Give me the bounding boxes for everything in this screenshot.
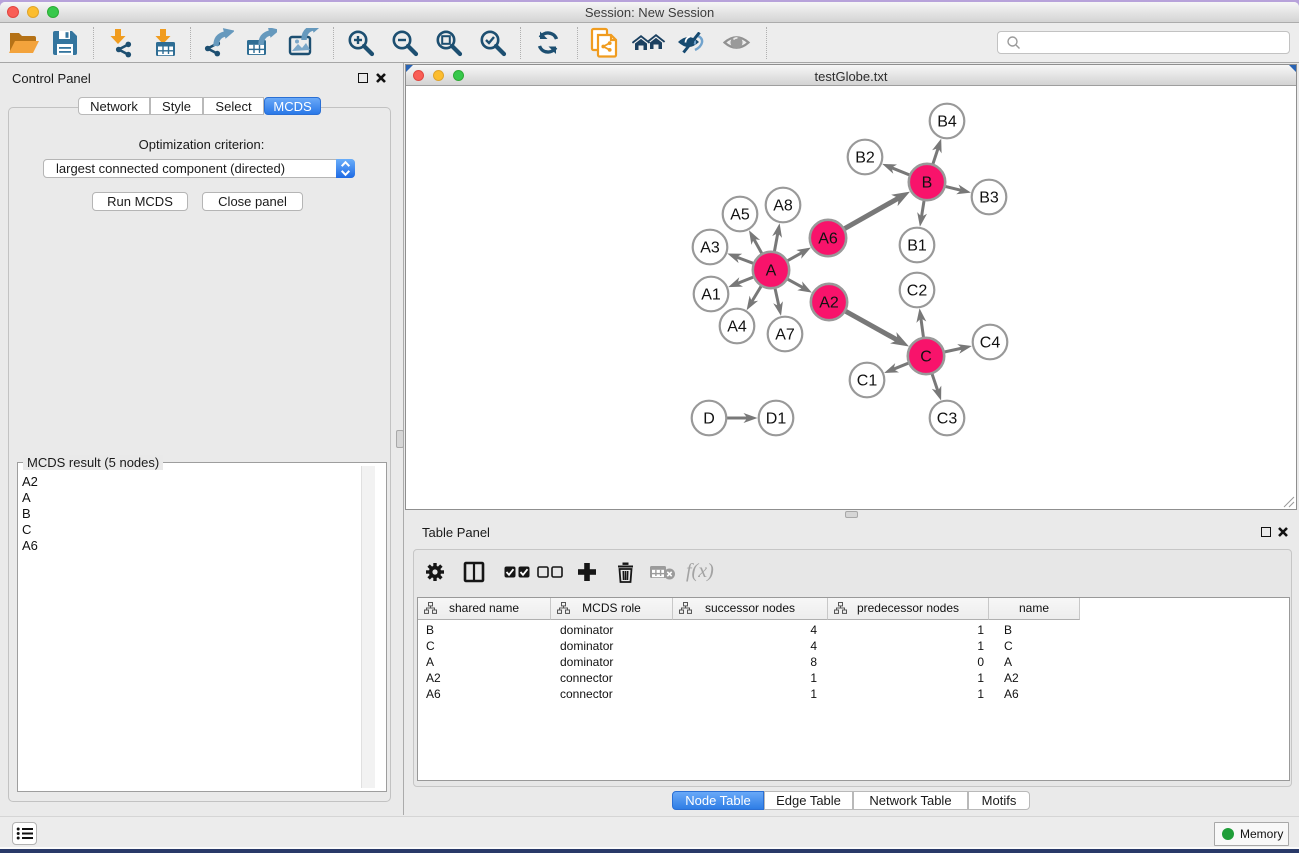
svg-text:A5: A5: [730, 207, 750, 224]
svg-text:C: C: [920, 349, 932, 366]
svg-text:A6: A6: [818, 231, 838, 248]
svg-text:A4: A4: [727, 319, 747, 336]
svg-text:B2: B2: [855, 150, 875, 167]
svg-text:C3: C3: [937, 411, 958, 428]
svg-text:A8: A8: [773, 198, 793, 215]
svg-text:D1: D1: [766, 411, 787, 428]
svg-text:B3: B3: [979, 190, 999, 207]
svg-text:A2: A2: [819, 295, 839, 312]
svg-text:B: B: [922, 175, 933, 192]
svg-text:D: D: [703, 411, 715, 428]
svg-text:C1: C1: [857, 373, 878, 390]
svg-text:A1: A1: [701, 287, 721, 304]
svg-text:A: A: [766, 263, 777, 280]
svg-text:B1: B1: [907, 238, 927, 255]
svg-text:B4: B4: [937, 114, 957, 131]
svg-text:A3: A3: [700, 240, 720, 257]
svg-text:C2: C2: [907, 283, 928, 300]
svg-text:A7: A7: [775, 327, 795, 344]
svg-text:C4: C4: [980, 335, 1001, 352]
